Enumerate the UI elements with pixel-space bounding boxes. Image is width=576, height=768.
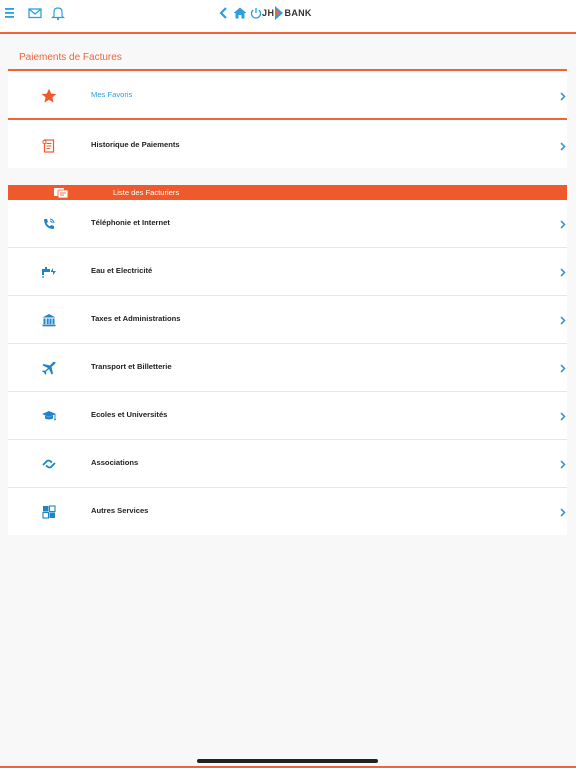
- logo-prefix: JH: [262, 8, 275, 18]
- biller-label: Eau et Electricité: [91, 266, 153, 275]
- biller-transport[interactable]: Transport et Billetterie: [8, 344, 567, 392]
- biller-label: Associations: [91, 458, 139, 467]
- back-icon[interactable]: [216, 5, 232, 21]
- chevron-right-icon: [560, 316, 566, 325]
- home-icon[interactable]: [232, 5, 248, 21]
- biller-label: Taxes et Administrations: [91, 314, 181, 323]
- phone-icon: [44, 218, 55, 229]
- faucet-icon: [42, 267, 56, 278]
- mail-icon[interactable]: [27, 5, 43, 21]
- top-bar: JH BANK: [0, 0, 576, 34]
- menu-item-label: Mes Favoris: [91, 90, 133, 99]
- chevron-right-icon: [560, 460, 566, 469]
- top-menu-card: Mes Favoris Historique de Paiements: [8, 72, 567, 168]
- bills-icon: [54, 188, 69, 199]
- receipt-icon: [42, 139, 55, 153]
- graduation-cap-icon: [42, 411, 56, 421]
- star-icon: [41, 88, 57, 103]
- grid-icon: [42, 505, 56, 519]
- biller-label: Téléphonie et Internet: [91, 218, 170, 227]
- menu-item-historique[interactable]: Historique de Paiements: [8, 122, 567, 168]
- chevron-right-icon: [560, 508, 566, 517]
- biller-autres-services[interactable]: Autres Services: [8, 488, 567, 535]
- biller-label: Ecoles et Universités: [91, 410, 168, 419]
- biller-taxes[interactable]: Taxes et Administrations: [8, 296, 567, 344]
- chevron-right-icon: [560, 142, 566, 151]
- page-title: Paiements de Factures: [19, 52, 122, 63]
- biller-ecoles[interactable]: Ecoles et Universités: [8, 392, 567, 440]
- menu-item-label: Historique de Paiements: [91, 140, 180, 149]
- section-header: Paiements de Factures: [8, 49, 567, 71]
- chevron-right-icon: [560, 92, 566, 101]
- bank-logo: JH BANK: [262, 5, 312, 21]
- handshake-icon: [42, 459, 56, 469]
- chevron-right-icon: [560, 220, 566, 229]
- menu-item-favoris[interactable]: Mes Favoris: [8, 72, 567, 120]
- chevron-right-icon: [560, 364, 566, 373]
- biller-telephonie[interactable]: Téléphonie et Internet: [8, 200, 567, 248]
- biller-label: Transport et Billetterie: [91, 362, 172, 371]
- logo-name: BANK: [284, 8, 312, 18]
- billers-banner: Liste des Facturiers: [8, 185, 567, 200]
- chevron-right-icon: [560, 268, 566, 277]
- biller-associations[interactable]: Associations: [8, 440, 567, 488]
- bank-building-icon: [42, 314, 56, 327]
- logo-arrow-icon: [274, 6, 283, 20]
- biller-label: Autres Services: [91, 506, 149, 515]
- billers-title: Liste des Facturiers: [113, 188, 180, 197]
- billers-list: Téléphonie et Internet Eau et Electricit…: [8, 200, 567, 535]
- home-indicator[interactable]: [197, 759, 378, 763]
- airplane-icon: [42, 361, 56, 375]
- bell-icon[interactable]: [50, 5, 66, 21]
- biller-eau-electricite[interactable]: Eau et Electricité: [8, 248, 567, 296]
- menu-icon[interactable]: [3, 5, 19, 21]
- chevron-right-icon: [560, 412, 566, 421]
